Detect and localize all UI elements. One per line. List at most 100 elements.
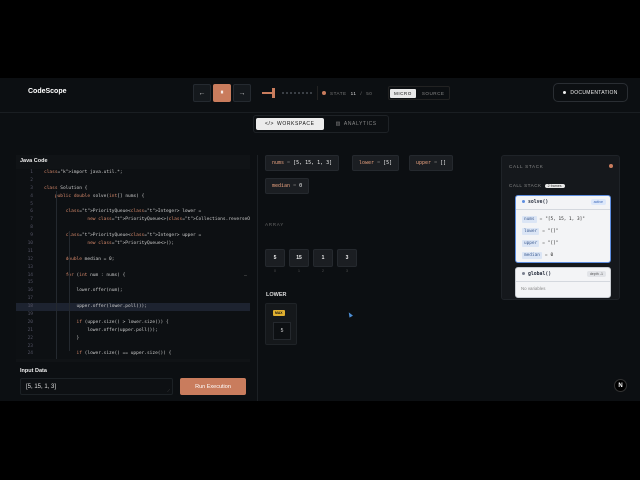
code-line[interactable]: 5 (16, 201, 250, 209)
step-forward-button[interactable]: → (233, 84, 251, 102)
array-cell: 3 (337, 249, 357, 267)
frame-divider (516, 209, 610, 210)
docs-label: DOCUMENTATION (570, 89, 618, 96)
line-number: 6 (30, 209, 33, 215)
stack-frame-solve[interactable]: solve() active nums = "[5, 15, 1, 3]" lowe… (515, 195, 611, 263)
timeline-fill (262, 92, 272, 94)
mouse-cursor-icon (347, 311, 353, 318)
var-name: nums (272, 160, 285, 166)
code-line[interactable]: 11 (16, 248, 250, 256)
line-number: 16 (27, 288, 33, 294)
array-index: 2 (322, 269, 324, 273)
line-number: 10 (27, 241, 33, 247)
n-logo-icon[interactable]: N (614, 379, 627, 392)
code-icon: </> (265, 121, 275, 127)
indent-guide (69, 231, 70, 351)
var-chip-median: median = 0 (265, 178, 310, 194)
documentation-button[interactable]: DOCUMENTATION (553, 83, 628, 102)
view-tabs: </> WORKSPACE ▥ ANALYTICS (253, 115, 389, 133)
var-value: [5, 15, 1, 3] (293, 160, 333, 166)
line-number: 9 (30, 233, 33, 239)
line-number: 17 (27, 296, 33, 302)
frame-name: solve() (522, 200, 548, 205)
frame-var-name: upper (522, 240, 540, 247)
line-number: 21 (27, 327, 33, 333)
code-line[interactable]: 7 new class="t">PriorityQueue<>(class="t… (16, 216, 250, 224)
code-text: if (upper.size() > lower.size()) { (76, 319, 169, 325)
mode-micro[interactable]: MICRO (390, 88, 416, 98)
fold-marker-icon[interactable]: … (244, 272, 247, 280)
mode-source[interactable]: SOURCE (418, 89, 449, 98)
array-index: 3 (346, 269, 348, 273)
var-name: lower (359, 160, 375, 166)
code-line[interactable]: 23 (16, 343, 250, 351)
code-editor[interactable]: 1 class="k">import java.util.*; 2 3 class So… (16, 169, 250, 359)
state-total: 50 (366, 90, 373, 96)
line-number: 20 (27, 319, 33, 325)
timeline-handle[interactable] (271, 88, 275, 98)
code-line[interactable]: 3 class Solution { (16, 185, 250, 193)
stack-frame-global[interactable]: global() depth -1 No variables (515, 267, 611, 298)
frame-var: median = 0 (522, 252, 553, 259)
code-text: class="t">PriorityQueue<class="t">Intege… (65, 209, 202, 215)
code-line[interactable]: 9 class="t">PriorityQueue<class="t">Inte… (16, 232, 250, 240)
lower-heap-title: LOWER (266, 292, 287, 298)
code-line[interactable]: 17 (16, 295, 250, 303)
code-line[interactable]: 21 lower.offer(upper.poll()); (16, 327, 250, 335)
frame-divider (516, 281, 610, 282)
chart-icon: ▥ (335, 121, 341, 127)
panel-divider[interactable] (257, 155, 258, 401)
frame-var: nums = "[5, 15, 1, 3]" (522, 216, 585, 223)
frame-var-eq: = (542, 241, 545, 246)
timeline-slider[interactable] (262, 88, 312, 98)
code-line[interactable]: 8 (16, 224, 250, 232)
array-index: 1 (298, 269, 300, 273)
code-line[interactable]: 16 lower.offer(num); (16, 287, 250, 295)
code-line[interactable]: 18 upper.offer(lower.poll()); (16, 303, 250, 312)
line-number: 23 (27, 343, 33, 349)
code-text: class Solution { (44, 185, 88, 191)
code-line[interactable]: 13 (16, 264, 250, 272)
code-line[interactable]: 14 for (int num : nums) {… (16, 272, 250, 280)
run-execution-button[interactable]: Run Execution (180, 378, 246, 395)
code-line[interactable]: 10 new class="t">PriorityQueue<>(); (16, 240, 250, 248)
code-line[interactable]: 4 public double solve(int[] nums) { (16, 193, 250, 201)
var-value: [5] (383, 160, 393, 166)
code-line[interactable]: 24 if (lower.size() == upper.size()) { (16, 350, 250, 358)
pause-button[interactable]: ⏸ (213, 84, 231, 102)
call-stack-subheader: CALL STACK 2 frames (509, 183, 565, 188)
resize-grip-icon[interactable]: ⟋ (167, 388, 170, 393)
frame-var-value: "[]" (547, 241, 559, 246)
code-text: new class="t">PriorityQueue<>(); (87, 241, 175, 247)
code-line[interactable]: 1 class="k">import java.util.*; (16, 169, 250, 177)
line-number: 5 (30, 201, 33, 207)
code-line[interactable]: 6 class="t">PriorityQueue<class="t">Inte… (16, 208, 250, 216)
code-editor-panel: Java Code 1 class="k">import java.util.*;… (16, 155, 250, 362)
frame-var-eq: = (539, 217, 543, 222)
input-data-field[interactable]: [5, 15, 1, 3] ⟋ (20, 378, 173, 395)
step-back-button[interactable]: ← (193, 84, 211, 102)
frame-var-value: "[]" (547, 229, 559, 234)
app-window: CodeScope ← ⏸ → STATE 11 / 50 MICRO SOUR… (0, 78, 640, 401)
tab-analytics[interactable]: ▥ ANALYTICS (327, 118, 386, 130)
tab-workspace[interactable]: </> WORKSPACE (256, 118, 324, 130)
code-text: public double solve(int[] nums) { (54, 193, 145, 199)
code-text: } (44, 335, 80, 341)
line-number: 4 (30, 193, 33, 199)
tab-workspace-label: WORKSPACE (277, 121, 315, 127)
code-line[interactable]: 15 (16, 279, 250, 287)
editor-title: Java Code (20, 158, 48, 164)
code-line[interactable]: 2 (16, 177, 250, 185)
line-number: 7 (30, 217, 33, 223)
frame-var-value: "[5, 15, 1, 3]" (545, 217, 585, 222)
code-line[interactable]: 20 if (upper.size() > lower.size()) { (16, 319, 250, 327)
var-value: [] (440, 160, 447, 166)
status-dot-icon (609, 164, 613, 168)
line-number: 14 (27, 272, 33, 278)
code-line[interactable]: 19 (16, 311, 250, 319)
code-line[interactable]: 22 } (16, 335, 250, 343)
header-divider (0, 112, 640, 113)
array-index: 0 (274, 269, 276, 273)
code-text: lower.offer(upper.poll()); (44, 327, 158, 333)
code-line[interactable]: 12 double median = 0; (16, 256, 250, 264)
